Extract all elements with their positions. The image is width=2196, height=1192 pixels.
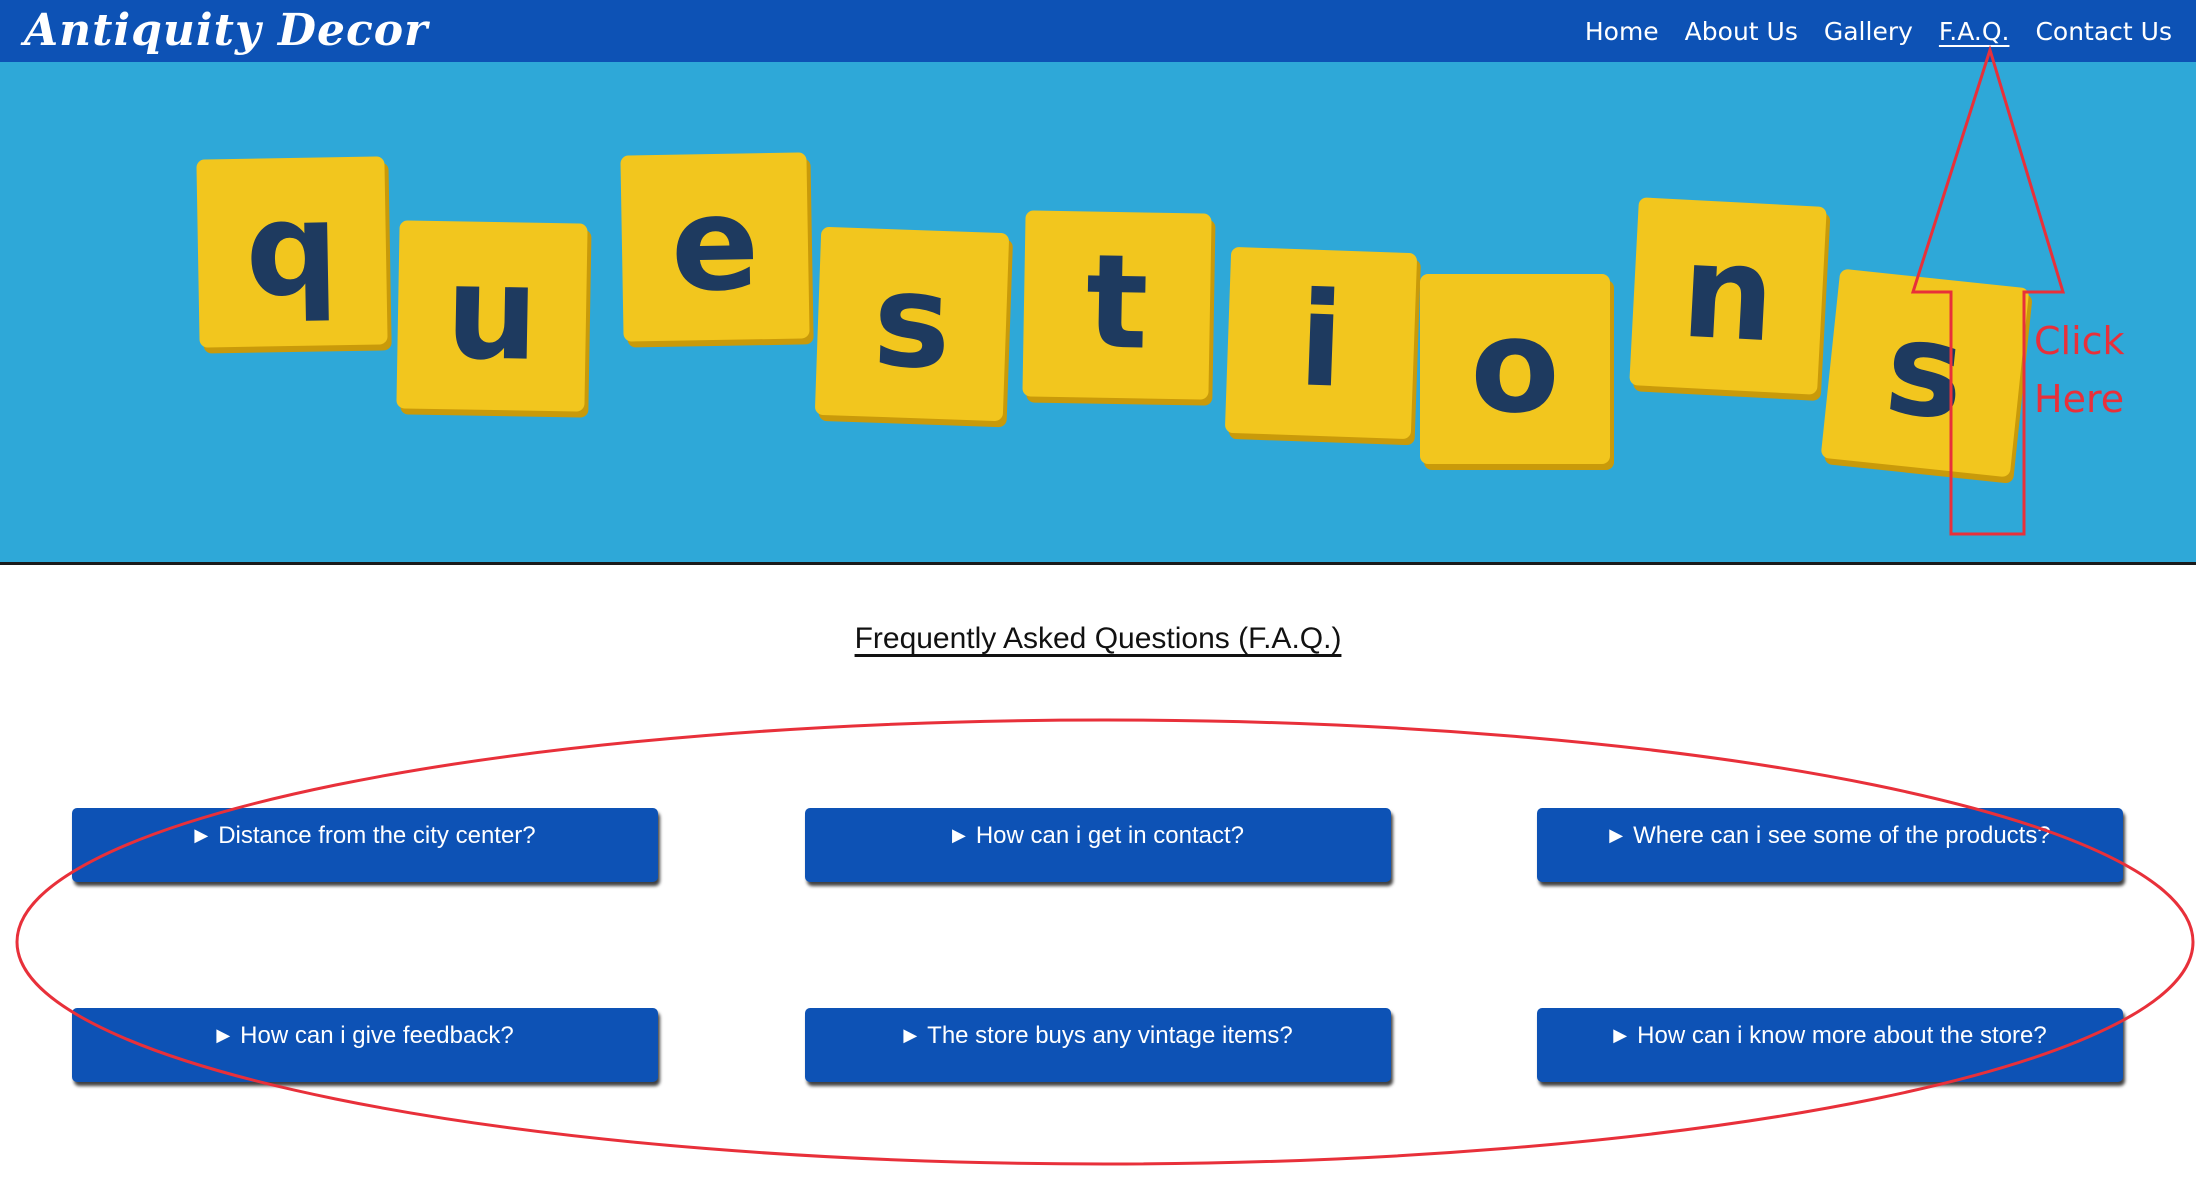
nav-home-link[interactable]: Home	[1585, 17, 1659, 46]
letter-tile: o	[1420, 274, 1614, 470]
tile-letter: u	[444, 236, 539, 390]
letter-tile: q	[196, 156, 392, 354]
click-label-line1: Click	[2034, 319, 2125, 363]
faq-question-text: How can i get in contact?	[975, 822, 1244, 849]
nav-faq-link[interactable]: F.A.Q.	[1939, 17, 2010, 46]
letter-tile: u	[396, 220, 592, 418]
expand-triangle-icon: ▶	[194, 825, 209, 845]
expand-triangle-icon: ▶	[216, 1025, 231, 1045]
faq-question-text: The store buys any vintage items?	[927, 1022, 1293, 1049]
tile-letter: e	[670, 167, 761, 321]
faq-question-feedback[interactable]: ▶ How can i give feedback?	[72, 1008, 658, 1082]
main-nav: Home About Us Gallery F.A.Q. Contact Us	[1585, 0, 2172, 62]
faq-question-about-store[interactable]: ▶ How can i know more about the store?	[1537, 1008, 2123, 1082]
nav-about-link[interactable]: About Us	[1685, 17, 1798, 46]
letter-tile: s	[1821, 269, 2032, 484]
faq-question-contact[interactable]: ▶ How can i get in contact?	[805, 808, 1391, 882]
tile-letter: t	[1085, 225, 1150, 378]
expand-triangle-icon: ▶	[903, 1025, 918, 1045]
faq-question-text: Where can i see some of the products?	[1633, 822, 2051, 849]
letter-tile: s	[815, 227, 1013, 428]
expand-triangle-icon: ▶	[1609, 825, 1624, 845]
letter-tile: i	[1225, 247, 1421, 446]
tile-letter: i	[1296, 263, 1346, 416]
tile-letter: s	[1879, 290, 1972, 449]
tile-letter: s	[871, 244, 954, 399]
click-here-annotation: Click Here	[2034, 312, 2154, 428]
hero-banner: questions	[0, 62, 2196, 565]
click-label-line2: Here	[2034, 377, 2125, 421]
hero-image: questions	[196, 152, 2032, 484]
faq-heading: Frequently Asked Questions (F.A.Q.)	[854, 622, 1342, 655]
faq-question-text: Distance from the city center?	[218, 822, 536, 849]
faq-question-vintage[interactable]: ▶ The store buys any vintage items?	[805, 1008, 1391, 1082]
faq-question-text: How can i know more about the store?	[1637, 1022, 2047, 1049]
tile-letter: o	[1470, 290, 1559, 442]
nav-contact-link[interactable]: Contact Us	[2035, 17, 2172, 46]
faq-question-distance[interactable]: ▶ Distance from the city center?	[72, 808, 658, 882]
faq-question-text: How can i give feedback?	[240, 1022, 514, 1049]
expand-triangle-icon: ▶	[952, 825, 966, 845]
expand-triangle-icon: ▶	[1613, 1025, 1628, 1045]
letter-tile: t	[1022, 210, 1216, 406]
letter-tile: n	[1629, 197, 1831, 401]
top-navbar: Antiquity Decor Home About Us Gallery F.…	[0, 0, 2196, 62]
brand-logo[interactable]: Antiquity Decor	[24, 1, 428, 61]
nav-gallery-link[interactable]: Gallery	[1824, 17, 1913, 46]
annotation-ellipse	[15, 718, 2195, 1166]
faq-question-products[interactable]: ▶ Where can i see some of the products?	[1537, 808, 2123, 882]
letter-tile: e	[620, 152, 814, 348]
tile-letter: q	[244, 172, 340, 326]
tile-letter: n	[1678, 215, 1778, 372]
